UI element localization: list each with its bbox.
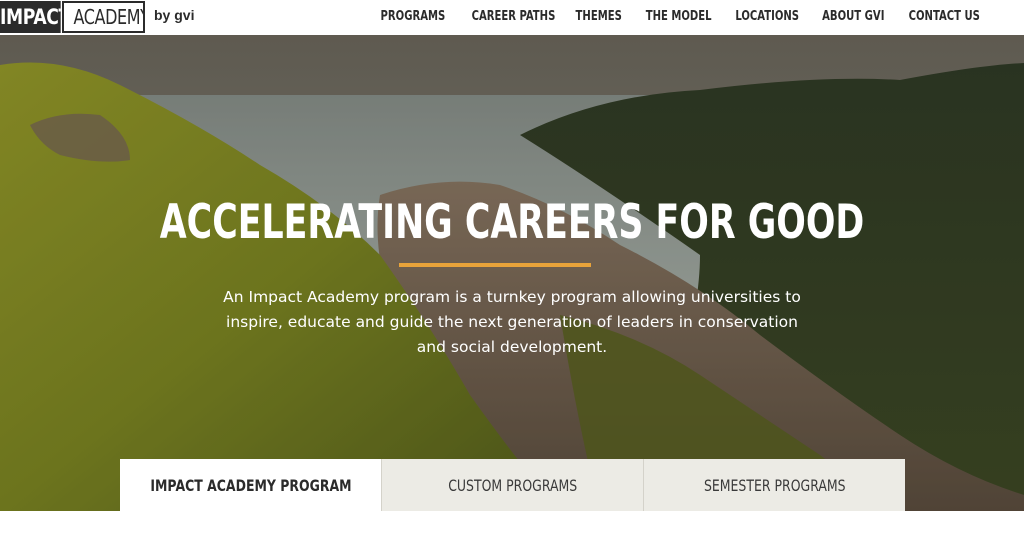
tab-label: IMPACT ACADEMY PROGRAM [149, 475, 352, 495]
main-nav: PROGRAMS CAREER PATHS THEMES THE MODEL L… [357, 9, 980, 24]
tab-impact-academy-program[interactable]: IMPACT ACADEMY PROGRAM [120, 459, 382, 511]
hero-description: An Impact Academy program is a turnkey p… [223, 288, 801, 356]
program-tabs: IMPACT ACADEMY PROGRAM CUSTOM PROGRAMS S… [120, 459, 905, 511]
nav-about-gvi[interactable]: ABOUT GVI [822, 9, 884, 24]
tab-label: SEMESTER PROGRAMS [703, 475, 846, 495]
site-header: IMPACT ACADEMY by gvi PROGRAMS CAREER PA… [0, 0, 1024, 35]
tab-custom-programs[interactable]: CUSTOM PROGRAMS [382, 459, 644, 511]
nav-career-paths[interactable]: CAREER PATHS [472, 9, 556, 24]
tab-semester-programs[interactable]: SEMESTER PROGRAMS [644, 459, 905, 511]
hero-overlay [0, 35, 1024, 511]
nav-the-model[interactable]: THE MODEL [646, 9, 712, 24]
hero-banner: ACCELERATING CAREERS FOR GOOD An Impact … [0, 35, 1024, 511]
logo-academy-text: ACADEMY [73, 5, 145, 29]
nav-themes[interactable]: THEMES [576, 9, 622, 24]
hero-title: ACCELERATING CAREERS FOR GOOD [0, 195, 1024, 250]
logo-by-gvi: by gvi [154, 7, 195, 23]
logo-impact-text: IMPACT [0, 1, 61, 33]
logo-academy-box: ACADEMY [62, 1, 145, 33]
hero-divider [399, 263, 591, 267]
nav-locations[interactable]: LOCATIONS [735, 9, 799, 24]
hero-title-text: ACCELERATING CAREERS FOR GOOD [159, 195, 865, 250]
tab-label: CUSTOM PROGRAMS [447, 475, 578, 495]
nav-contact-us[interactable]: CONTACT US [909, 9, 980, 24]
nav-programs[interactable]: PROGRAMS [380, 9, 445, 24]
impact-academy-logo[interactable]: IMPACT ACADEMY by gvi [0, 1, 194, 33]
